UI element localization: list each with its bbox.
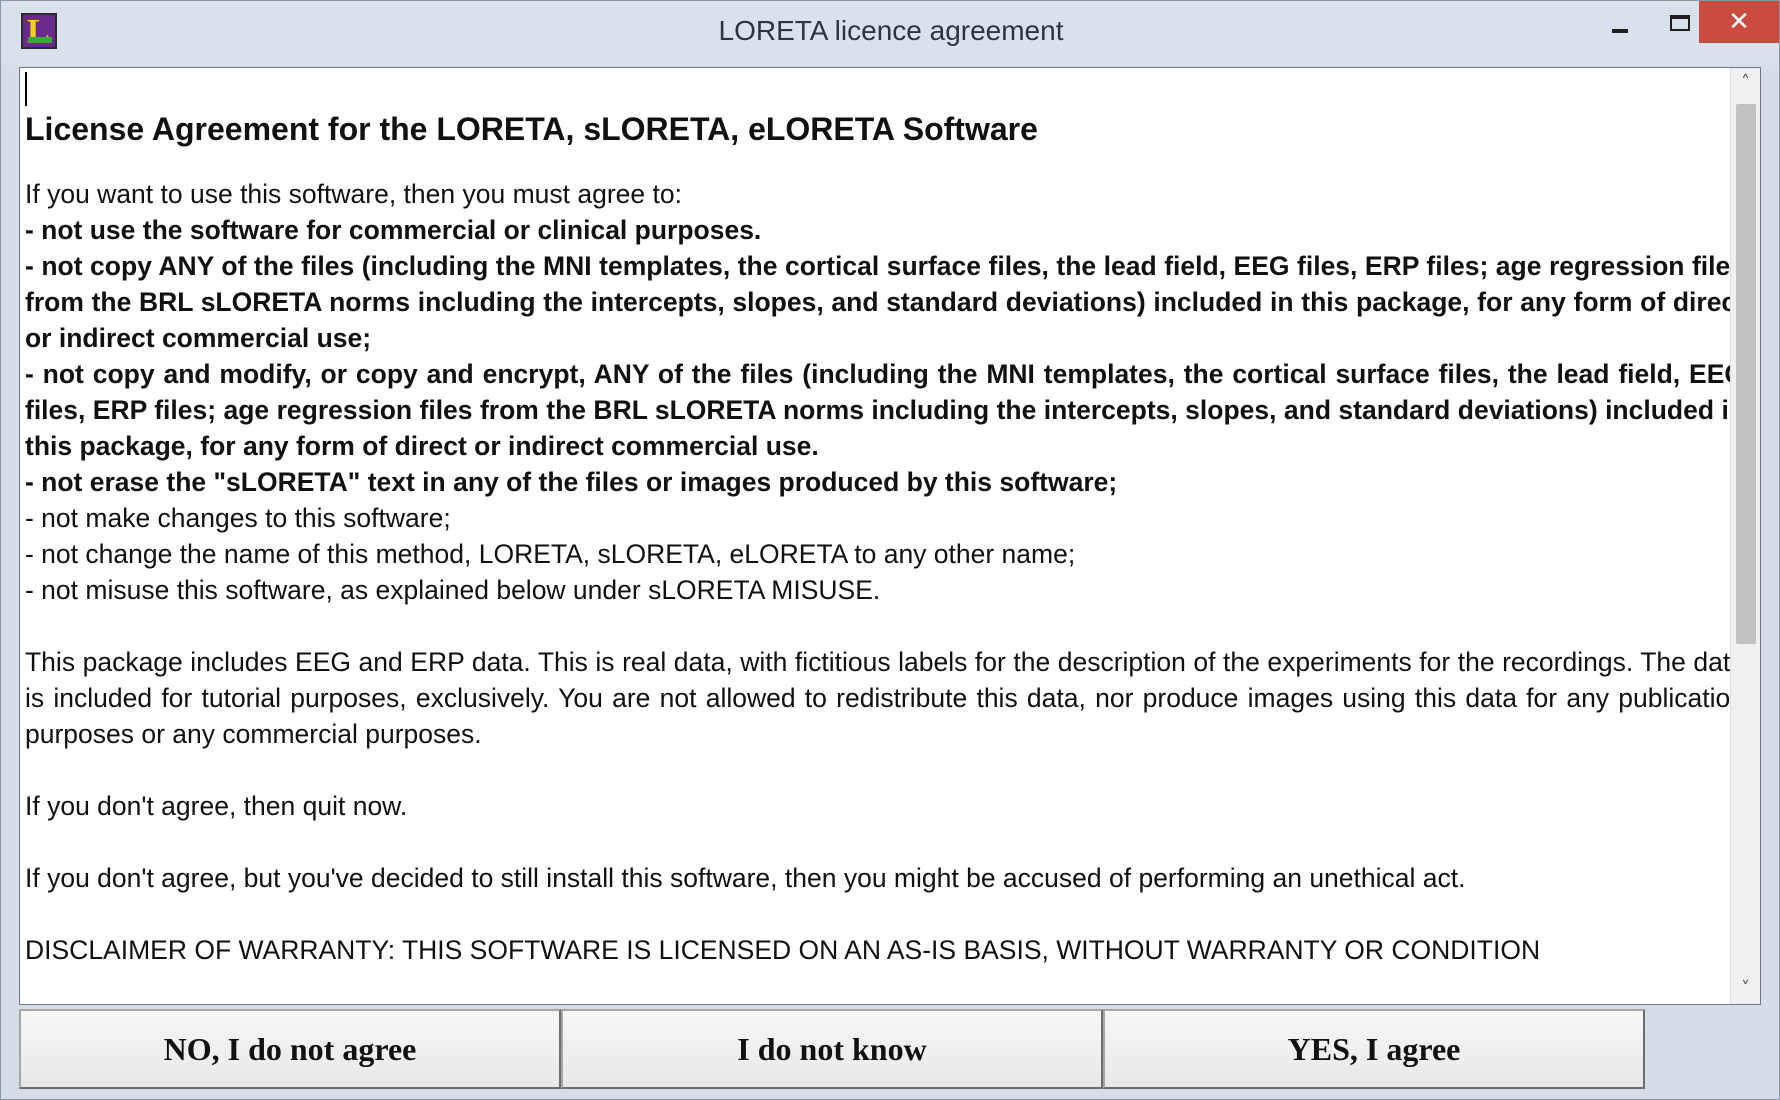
data-note: This package includes EEG and ERP data. … (25, 647, 1745, 749)
scroll-thumb[interactable] (1736, 104, 1756, 644)
license-intro: If you want to use this software, then y… (25, 179, 682, 209)
license-heading: License Agreement for the LORETA, sLORET… (25, 111, 1038, 147)
quit-note: If you don't agree, then quit now. (25, 791, 408, 821)
text-caret (25, 72, 27, 106)
disagree-button[interactable]: NO, I do not agree (19, 1009, 561, 1089)
window-title: LORETA licence agreement (718, 15, 1064, 46)
do-not-know-button[interactable]: I do not know (561, 1009, 1103, 1089)
minimize-icon[interactable] (1591, 1, 1649, 45)
close-icon[interactable]: ✕ (1699, 1, 1779, 43)
license-text-area[interactable]: License Agreement for the LORETA, sLORET… (19, 67, 1761, 1005)
condition-no-changes: - not make changes to this software; (25, 503, 451, 533)
title-bar[interactable]: L LORETA licence agreement ✕ (1, 1, 1779, 65)
scroll-down-icon[interactable]: ˅ (1731, 974, 1760, 1004)
condition-no-commercial: - not use the software for commercial or… (25, 215, 762, 245)
condition-no-rename: - not change the name of this method, LO… (25, 539, 1076, 569)
button-row: NO, I do not agree I do not know YES, I … (19, 1009, 1761, 1091)
license-content: License Agreement for the LORETA, sLORET… (25, 106, 1745, 968)
condition-no-copy: - not copy ANY of the files (including t… (25, 251, 1745, 353)
condition-no-modify: - not copy and modify, or copy and encry… (25, 359, 1745, 461)
scroll-up-icon[interactable]: ˄ (1731, 68, 1760, 98)
agree-button[interactable]: YES, I agree (1103, 1009, 1645, 1089)
disclaimer: DISCLAIMER OF WARRANTY: THIS SOFTWARE IS… (25, 935, 1541, 965)
unethical-note: If you don't agree, but you've decided t… (25, 863, 1466, 893)
condition-no-misuse: - not misuse this software, as explained… (25, 575, 881, 605)
vertical-scrollbar[interactable]: ˄ ˅ (1730, 68, 1760, 1004)
license-window: L LORETA licence agreement ✕ License Agr… (0, 0, 1780, 1100)
condition-no-erase: - not erase the "sLORETA" text in any of… (25, 467, 1118, 497)
